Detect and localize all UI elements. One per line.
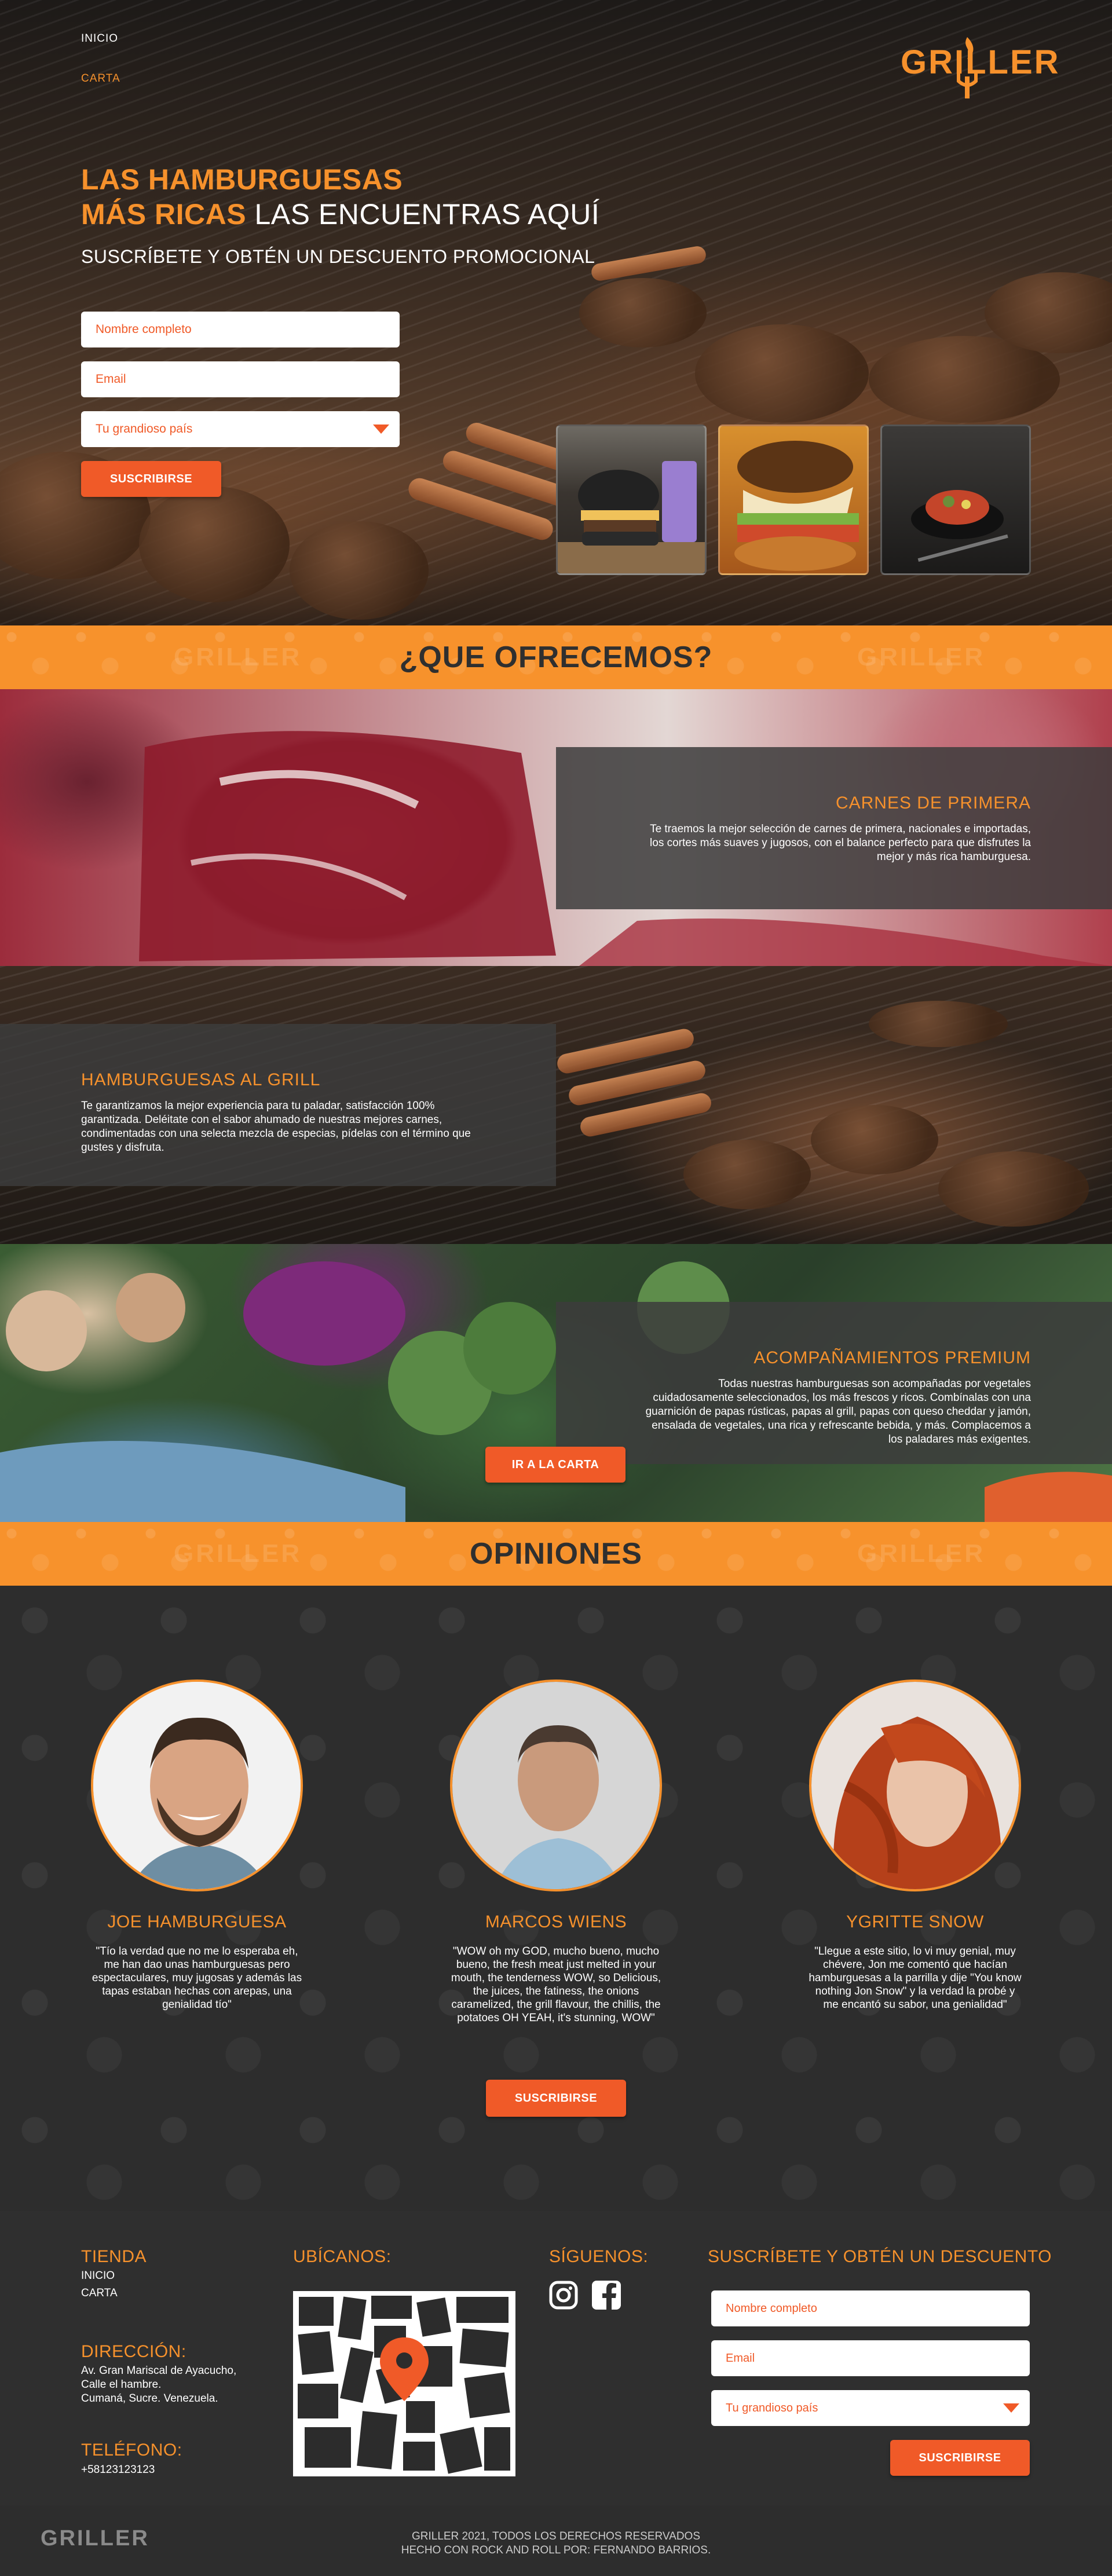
opinions-heading: OPINIONES [470, 1537, 642, 1571]
offer-sides-card: ACOMPAÑAMIENTOS PREMIUM Todas nuestras h… [556, 1302, 1112, 1464]
offer-grill-text: Te garantizamos la mejor experiencia par… [81, 1100, 471, 1154]
offer-meat-title: CARNES DE PRIMERA [835, 793, 1031, 813]
footer-subscribe-heading: SUSCRÍBETE Y OBTÉN UN DESCUENTO [708, 2247, 1052, 2266]
footer-country-select-value: Tu grandioso país [726, 2401, 818, 2414]
testimonial-text: "WOW oh my GOD, mucho bueno, mucho bueno… [451, 1945, 661, 2024]
burger-patty-image [695, 324, 869, 423]
nav-link-menu[interactable]: CARTA [81, 72, 120, 85]
burger-patty-image [683, 1140, 811, 1209]
logo-text: GRILLER [901, 43, 1060, 81]
chevron-down-icon [373, 425, 389, 434]
facebook-icon [592, 2281, 621, 2310]
footer-name-input[interactable] [711, 2290, 1030, 2326]
footer-address-line: Cumaná, Sucre. Venezuela. [81, 2392, 218, 2405]
offers-heading: ¿QUE OFRECEMOS? [399, 641, 713, 674]
offer-sides-section: ACOMPAÑAMIENTOS PREMIUM Todas nuestras h… [0, 1244, 1112, 1522]
dish-photo-tile [880, 425, 1031, 575]
footer-follow-heading: SÍGUENOS: [549, 2247, 649, 2266]
nav-link-home[interactable]: INICIO [81, 32, 118, 45]
name-input[interactable] [81, 312, 400, 347]
hero-subtitle: SUSCRÍBETE Y OBTÉN UN DESCUENTO PROMOCIO… [81, 246, 595, 267]
footer-subscribe-button[interactable]: SUSCRIBIRSE [890, 2440, 1030, 2476]
instagram-icon [549, 2281, 578, 2310]
band-watermark-logo: GRILLER [174, 643, 302, 671]
burger-photo-tile [556, 425, 707, 575]
testimonial-card: JOE HAMBURGUESA "Tío la verdad que no me… [52, 1679, 342, 2011]
offer-meat-section: CARNES DE PRIMERA Te traemos la mejor se… [0, 689, 1112, 966]
band-watermark-logo: GRILLER [857, 1539, 986, 1568]
band-watermark-logo: GRILLER [174, 1539, 302, 1568]
testimonial-name: YGRITTE SNOW [846, 1912, 984, 1931]
dark-burger-image [558, 461, 705, 573]
band-watermark-logo: GRILLER [857, 643, 986, 671]
hero-title: LAS HAMBURGUESAS MÁS RICAS LAS ENCUENTRA… [81, 162, 599, 232]
hero-title-line1: LAS HAMBURGUESAS [81, 163, 403, 196]
country-select[interactable]: Tu grandioso país [81, 411, 400, 447]
hero-section: INICIO CARTA GRILLER LAS HAMBURGUESAS MÁ… [0, 0, 1112, 625]
subscribe-button[interactable]: SUSCRIBIRSE [81, 461, 221, 497]
copyright-line: GRILLER 2021, TODOS LOS DERECHOS RESERVA… [411, 2530, 701, 2542]
sausage-image [590, 244, 708, 283]
opinions-section: JOE HAMBURGUESA "Tío la verdad que no me… [0, 1586, 1112, 2211]
footer-country-select[interactable]: Tu grandioso país [711, 2390, 1030, 2426]
copyright: GRILLER 2021, TODOS LOS DERECHOS RESERVA… [0, 2530, 1112, 2557]
burger-patty-image [938, 1151, 1089, 1227]
chevron-down-icon [1003, 2403, 1019, 2413]
avatar [450, 1679, 662, 1891]
burger-patty-image [290, 521, 429, 620]
footer-phone: +58123123123 [81, 2464, 155, 2476]
offers-heading-band: GRILLER GRILLER ¿QUE OFRECEMOS? [0, 625, 1112, 689]
footer-bottom-bar: GRILLER GRILLER 2021, TODOS LOS DERECHOS… [0, 2505, 1112, 2576]
footer-address-heading: DIRECCIÓN: [81, 2342, 186, 2361]
footer-address-line: Calle el hambre. [81, 2379, 162, 2391]
footer-email-input[interactable] [711, 2340, 1030, 2376]
hero-title-line2: LAS ENCUENTRAS AQUÍ [254, 198, 600, 230]
burger-patty-image [811, 1105, 938, 1174]
footer-link-menu[interactable]: CARTA [81, 2286, 118, 2300]
avatar [809, 1679, 1021, 1891]
testimonial-card: MARCOS WIENS "WOW oh my GOD, mucho bueno… [411, 1679, 701, 2025]
facebook-link[interactable] [592, 2281, 621, 2310]
offer-sides-text: Todas nuestras hamburguesas son acompaña… [645, 1378, 1031, 1446]
footer-phone-heading: TELÉFONO: [81, 2440, 182, 2460]
testimonial-text: "Tío la verdad que no me lo esperaba eh,… [92, 1945, 302, 2011]
subscribe-button[interactable]: SUSCRIBIRSE [486, 2080, 626, 2117]
footer-address-line: Av. Gran Mariscal de Ayacucho, [81, 2365, 237, 2377]
offer-sides-title: ACOMPAÑAMIENTOS PREMIUM [753, 1348, 1031, 1367]
griller-logo[interactable]: GRILLER [901, 36, 1059, 100]
smiling-man-photo [93, 1682, 301, 1889]
go-to-menu-button[interactable]: IR A LA CARTA [485, 1447, 626, 1483]
offer-meat-text: Te traemos la mejor selección de carnes … [650, 823, 1031, 863]
footer: TIENDA INICIO CARTA DIRECCIÓN: Av. Gran … [0, 2211, 1112, 2576]
copyright-line: HECHO CON ROCK AND ROLL POR: FERNANDO BA… [401, 2544, 711, 2556]
country-select-value: Tu grandioso país [96, 422, 193, 436]
footer-location-heading: UBÍCANOS: [293, 2247, 392, 2266]
footer-store-heading: TIENDA [81, 2247, 147, 2266]
hero-title-highlight: MÁS RICAS [81, 198, 247, 230]
instagram-link[interactable] [549, 2281, 578, 2310]
offer-grill-section: HAMBURGUESAS AL GRILL Te garantizamos la… [0, 966, 1112, 1244]
location-map[interactable] [293, 2291, 515, 2476]
offer-meat-card: CARNES DE PRIMERA Te traemos la mejor se… [556, 747, 1112, 909]
street-map-image [293, 2291, 515, 2476]
testimonial-text: "Llegue a este sitio, lo vi muy genial, … [809, 1945, 1022, 2011]
burger-photo-tile [718, 425, 869, 575]
burger-patty-image [579, 278, 707, 347]
red-haired-woman-photo [811, 1682, 1019, 1889]
offer-grill-card: HAMBURGUESAS AL GRILL Te garantizamos la… [0, 1024, 556, 1186]
burger-patty-image [139, 486, 290, 602]
avatar [91, 1679, 303, 1891]
testimonial-card: YGRITTE SNOW "Llegue a este sitio, lo vi… [770, 1679, 1060, 2011]
footer-link-home[interactable]: INICIO [81, 2269, 115, 2283]
testimonial-name: MARCOS WIENS [485, 1912, 627, 1931]
offer-grill-title: HAMBURGUESAS AL GRILL [81, 1070, 321, 1089]
man-photo [452, 1682, 660, 1889]
email-input[interactable] [81, 361, 400, 397]
testimonial-name: JOE HAMBURGUESA [107, 1912, 287, 1931]
cheese-burger-image [734, 441, 859, 571]
burger-patty-image [869, 1001, 1008, 1047]
plated-dish-image [911, 490, 1008, 562]
opinions-heading-band: GRILLER GRILLER OPINIONES [0, 1522, 1112, 1586]
